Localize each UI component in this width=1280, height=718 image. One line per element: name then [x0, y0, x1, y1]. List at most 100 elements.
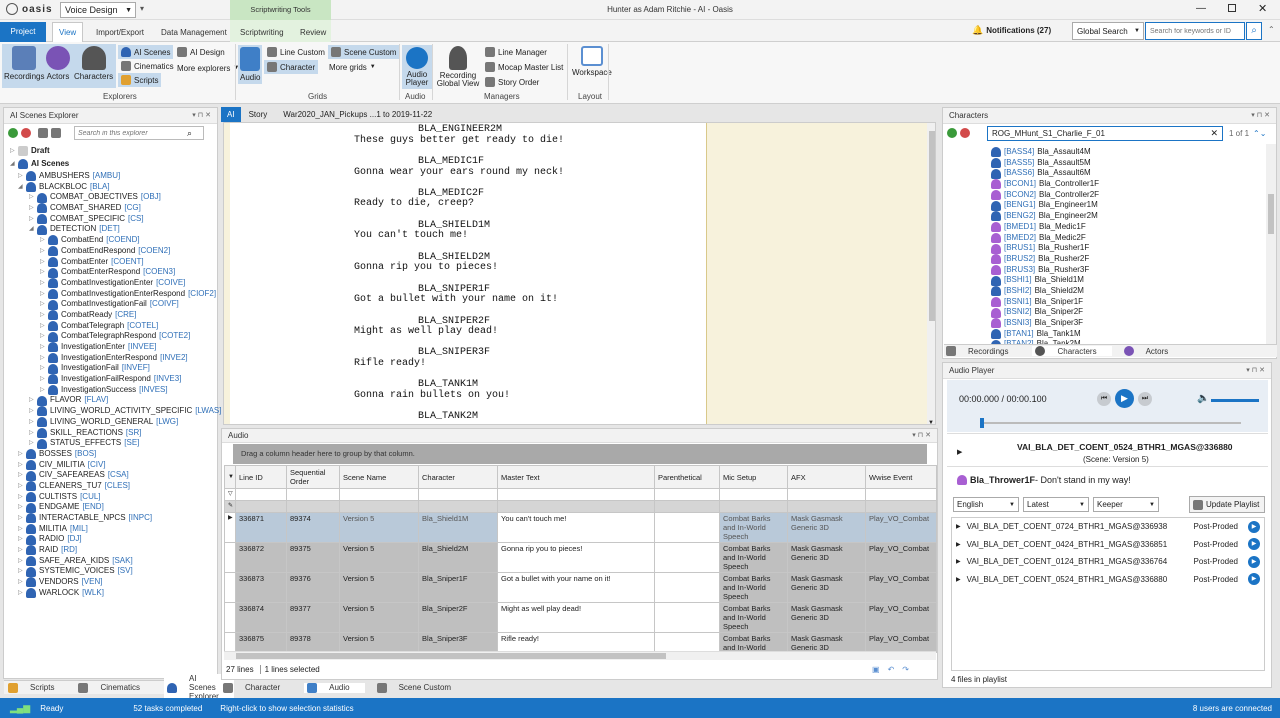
- list-item[interactable]: [BSHI2] Bla_Shield2M: [991, 286, 1276, 297]
- table-cell[interactable]: Bla_Sniper1F: [418, 572, 498, 603]
- filter-cell[interactable]: [235, 488, 287, 501]
- column-header-scene-name[interactable]: Scene Name: [339, 465, 419, 489]
- workspace-button[interactable]: Workspace: [572, 46, 612, 77]
- table-cell[interactable]: 336872: [235, 542, 287, 573]
- expand-arrow-icon[interactable]: ▶: [956, 576, 961, 583]
- progress-thumb[interactable]: [980, 418, 984, 428]
- expand-arrow-icon[interactable]: ▷: [18, 534, 26, 545]
- edit-cell[interactable]: [286, 500, 340, 513]
- column-header-wwise-event[interactable]: Wwise Event: [865, 465, 937, 489]
- table-cell[interactable]: 89376: [286, 572, 340, 603]
- tab-project[interactable]: Project: [0, 22, 46, 42]
- tree-item[interactable]: ▷ InvestigationSuccess [INVES]: [10, 385, 217, 396]
- edit-cell[interactable]: [235, 500, 287, 513]
- explorer-search-input[interactable]: [75, 129, 187, 137]
- table-cell[interactable]: 336873: [235, 572, 287, 603]
- group-by-area[interactable]: Drag a column header here to group by th…: [233, 444, 927, 464]
- expand-arrow-icon[interactable]: ▷: [18, 492, 26, 503]
- table-cell[interactable]: Version 5: [339, 602, 419, 633]
- list-item[interactable]: [BRUS1] Bla_Rusher1F: [991, 243, 1276, 254]
- expand-arrow-icon[interactable]: ▶: [956, 541, 961, 548]
- collapse-ribbon-icon[interactable]: ⌃: [1268, 25, 1275, 34]
- tree-item[interactable]: ▷ RADIO [DJ]: [10, 534, 217, 545]
- column-header-parenthetical[interactable]: Parenthetical: [654, 465, 720, 489]
- character-grid-button[interactable]: Character: [264, 60, 319, 74]
- panel-pin-icon[interactable]: ▾ ⊓ ✕: [1251, 108, 1270, 124]
- search-icon[interactable]: ⌕: [1246, 22, 1262, 40]
- table-cell[interactable]: Play_VO_Combat: [865, 572, 937, 603]
- tab-import-export[interactable]: Import/Export: [90, 24, 150, 42]
- script-scrollbar[interactable]: ▼: [927, 123, 935, 424]
- table-cell[interactable]: Bla_Sniper3F: [418, 632, 498, 653]
- list-item[interactable]: [BASS4] Bla_Assault4M: [991, 147, 1276, 158]
- table-cell[interactable]: [654, 542, 720, 573]
- table-cell[interactable]: Version 5: [339, 572, 419, 603]
- expand-arrow-icon[interactable]: ▷: [29, 214, 37, 225]
- previous-icon[interactable]: ⏮: [1097, 392, 1111, 406]
- table-row[interactable]: ▶ 336871 89374 Version 5 Bla_Shield1M You can…: [224, 512, 937, 543]
- tab-audio[interactable]: Audio: [304, 682, 365, 693]
- expand-arrow-icon[interactable]: ▷: [18, 513, 26, 524]
- doc-tab-pickups[interactable]: War2020_JAN_Pickups ...1 to 2019-11-22: [275, 110, 440, 119]
- tree-item[interactable]: ▷ COMBAT_SPECIFIC [CS]: [10, 214, 217, 225]
- status-tasks[interactable]: 52 tasks completed: [133, 704, 202, 713]
- expand-arrow-icon[interactable]: ▷: [29, 417, 37, 428]
- list-item[interactable]: [BASS6] Bla_Assault6M: [991, 168, 1276, 179]
- clear-icon[interactable]: ✕: [1210, 128, 1218, 139]
- column-header-mic-setup[interactable]: Mic Setup: [719, 465, 788, 489]
- table-cell[interactable]: You can't touch me!: [497, 512, 655, 543]
- tree-item[interactable]: ▷ INTERACTABLE_NPCS [INPC]: [10, 513, 217, 524]
- panel-pin-icon[interactable]: ▾ ⊓ ✕: [912, 429, 931, 443]
- expand-arrow-icon[interactable]: ▷: [40, 235, 48, 246]
- tree-item[interactable]: ▷ InvestigationFailRespond [INVE3]: [10, 374, 217, 385]
- expand-arrow-icon[interactable]: ▷: [18, 481, 26, 492]
- expand-arrow-icon[interactable]: ▷: [40, 353, 48, 364]
- table-cell[interactable]: 336875: [235, 632, 287, 653]
- tab-scene-custom[interactable]: Scene Custom: [376, 682, 463, 693]
- table-cell[interactable]: Mask Gasmask Generic 3D: [787, 572, 866, 603]
- edit-cell[interactable]: [719, 500, 788, 513]
- expand-arrow-icon[interactable]: ▷: [18, 588, 26, 599]
- list-item[interactable]: [BASS5] Bla_Assault5M: [991, 158, 1276, 169]
- table-cell[interactable]: Rifle ready!: [497, 632, 655, 653]
- script-editor[interactable]: BLA_ENGINEER2M These guys better get read…: [223, 122, 936, 425]
- tree-item[interactable]: ▷ CombatEndRespond [COEN2]: [10, 246, 217, 257]
- refresh-icon[interactable]: [8, 128, 18, 138]
- minimize-icon[interactable]: —: [1196, 3, 1206, 14]
- mode-select[interactable]: Voice Design ▼: [60, 2, 136, 18]
- row-indicator[interactable]: [224, 542, 236, 573]
- expand-arrow-icon[interactable]: ▷: [40, 385, 48, 396]
- filter-cell[interactable]: [339, 488, 419, 501]
- table-cell[interactable]: [654, 572, 720, 603]
- filter-cell[interactable]: [497, 488, 655, 501]
- expand-arrow-icon[interactable]: ▷: [18, 556, 26, 567]
- maximize-icon[interactable]: [1228, 4, 1236, 12]
- app-menu-icon[interactable]: [6, 3, 18, 15]
- tree-item[interactable]: ▷ CIV_SAFEAREAS [CSA]: [10, 470, 217, 481]
- volume-slider[interactable]: [1211, 399, 1259, 402]
- row-indicator[interactable]: [224, 602, 236, 633]
- filter-cell[interactable]: [719, 488, 788, 501]
- filter-row[interactable]: ▽: [224, 488, 937, 501]
- edit-cell[interactable]: [787, 500, 866, 513]
- table-cell[interactable]: Mask Gasmask Generic 3D: [787, 602, 866, 633]
- edit-cell[interactable]: [418, 500, 498, 513]
- table-cell[interactable]: [654, 512, 720, 543]
- audio-player-button[interactable]: Audio Player: [402, 45, 432, 89]
- playlist-item[interactable]: ▶ VAI_BLA_DET_COENT_0724_BTHR1_MGAS@33693…: [952, 518, 1264, 536]
- tab-view[interactable]: View: [52, 22, 84, 42]
- expand-arrow-icon[interactable]: ◢: [29, 224, 37, 235]
- expand-arrow-icon[interactable]: ▷: [40, 363, 48, 374]
- column-header-afx[interactable]: AFX: [787, 465, 866, 489]
- expand-arrow-icon[interactable]: ▷: [40, 374, 48, 385]
- tree-item[interactable]: ▷ CombatTelegraph [COTEL]: [10, 321, 217, 332]
- list-item[interactable]: [BENG1] Bla_Engineer1M: [991, 200, 1276, 211]
- table-cell[interactable]: 89374: [286, 512, 340, 543]
- copy-icon[interactable]: [51, 128, 61, 138]
- table-cell[interactable]: Might as well play dead!: [497, 602, 655, 633]
- more-explorers-button[interactable]: More explorers ▼: [174, 61, 242, 75]
- tab-data-management[interactable]: Data Management: [155, 24, 233, 42]
- table-row[interactable]: 336874 89377 Version 5 Bla_Sniper2F Might as…: [224, 602, 937, 633]
- story-order-button[interactable]: Story Order: [482, 75, 542, 89]
- audio-grid-button[interactable]: Audio: [238, 45, 263, 84]
